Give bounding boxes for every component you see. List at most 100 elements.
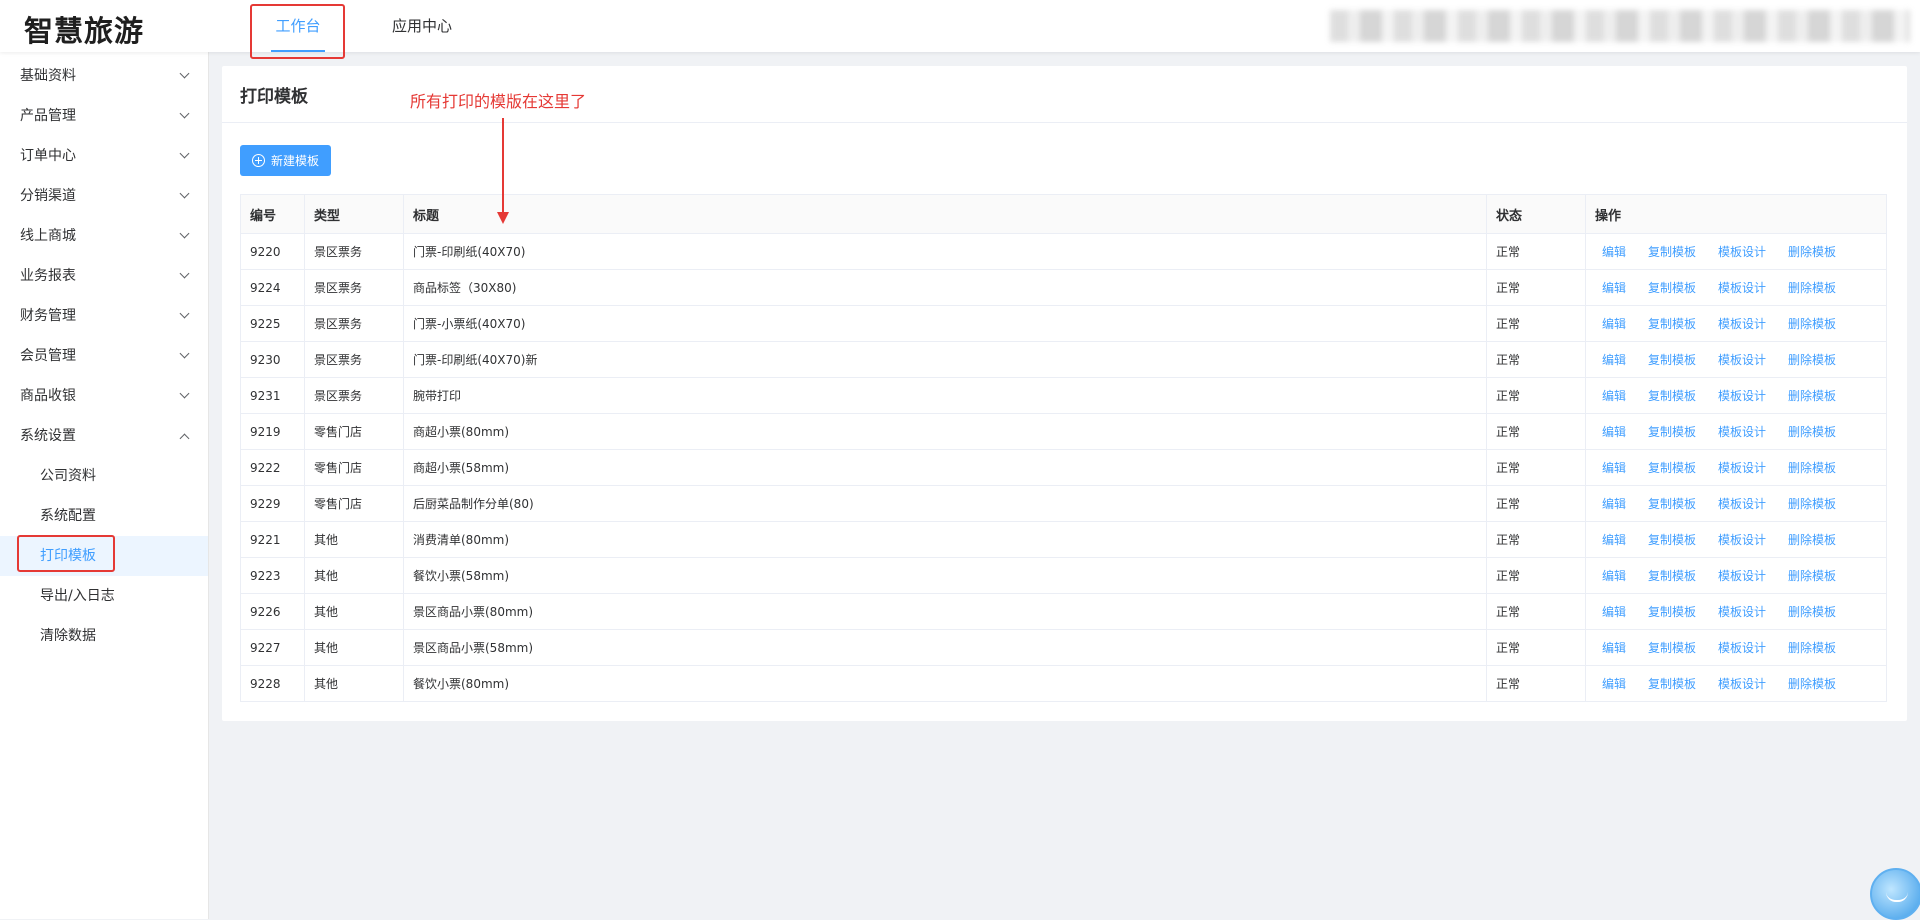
- cell-actions: 编辑 复制模板 模板设计 删除模板: [1585, 557, 1887, 594]
- delete-template-link[interactable]: 删除模板: [1788, 425, 1836, 439]
- tab-label: 工作台: [275, 17, 321, 35]
- design-template-link[interactable]: 模板设计: [1718, 389, 1766, 403]
- sidebar-item-label: 商品收银: [20, 388, 76, 404]
- sidebar-item-product[interactable]: 产品管理: [0, 96, 208, 136]
- copy-template-link[interactable]: 复制模板: [1648, 317, 1696, 331]
- sidebar-item-finance[interactable]: 财务管理: [0, 296, 208, 336]
- edit-link[interactable]: 编辑: [1602, 677, 1626, 691]
- copy-template-link[interactable]: 复制模板: [1648, 389, 1696, 403]
- edit-link[interactable]: 编辑: [1602, 425, 1626, 439]
- sidebar-item-cashier[interactable]: 商品收银: [0, 376, 208, 416]
- sidebar-item-distribution[interactable]: 分销渠道: [0, 176, 208, 216]
- cell-actions: 编辑 复制模板 模板设计 删除模板: [1585, 593, 1887, 630]
- design-template-link[interactable]: 模板设计: [1718, 281, 1766, 295]
- cell-status: 正常: [1486, 341, 1586, 378]
- delete-template-link[interactable]: 删除模板: [1788, 677, 1836, 691]
- edit-link[interactable]: 编辑: [1602, 569, 1626, 583]
- sidebar-item-members[interactable]: 会员管理: [0, 336, 208, 376]
- cell-title: 后厨菜品制作分单(80): [403, 485, 1487, 522]
- cell-actions: 编辑 复制模板 模板设计 删除模板: [1585, 449, 1887, 486]
- title-divider: [222, 122, 1907, 123]
- sidebar-item-reports[interactable]: 业务报表: [0, 256, 208, 296]
- copy-template-link[interactable]: 复制模板: [1648, 281, 1696, 295]
- design-template-link[interactable]: 模板设计: [1718, 641, 1766, 655]
- edit-link[interactable]: 编辑: [1602, 281, 1626, 295]
- copy-template-link[interactable]: 复制模板: [1648, 497, 1696, 511]
- edit-link[interactable]: 编辑: [1602, 389, 1626, 403]
- cell-id: 9229: [240, 485, 305, 522]
- new-template-button[interactable]: 新建模板: [240, 145, 332, 176]
- assistant-bot-icon[interactable]: [1870, 868, 1920, 920]
- annotation-arrow-line: [502, 118, 504, 216]
- design-template-link[interactable]: 模板设计: [1718, 425, 1766, 439]
- delete-template-link[interactable]: 删除模板: [1788, 353, 1836, 367]
- delete-template-link[interactable]: 删除模板: [1788, 533, 1836, 547]
- delete-template-link[interactable]: 删除模板: [1788, 497, 1836, 511]
- delete-template-link[interactable]: 删除模板: [1788, 245, 1836, 259]
- cell-status: 正常: [1486, 233, 1586, 270]
- design-template-link[interactable]: 模板设计: [1718, 461, 1766, 475]
- edit-link[interactable]: 编辑: [1602, 533, 1626, 547]
- edit-link[interactable]: 编辑: [1602, 245, 1626, 259]
- top-header: 智慧旅游 工作台 应用中心: [0, 0, 1920, 52]
- tab-app-center[interactable]: 应用中心: [392, 0, 452, 52]
- cell-status: 正常: [1486, 269, 1586, 306]
- copy-template-link[interactable]: 复制模板: [1648, 641, 1696, 655]
- chevron-down-icon: [179, 296, 190, 336]
- table-row: 9226 其他 景区商品小票(80mm) 正常 编辑 复制模板 模板设计 删除模板: [240, 593, 1887, 630]
- sidebar-item-basic-data[interactable]: 基础资料: [0, 56, 208, 96]
- cell-id: 9227: [240, 629, 305, 666]
- delete-template-link[interactable]: 删除模板: [1788, 281, 1836, 295]
- delete-template-link[interactable]: 删除模板: [1788, 389, 1836, 403]
- copy-template-link[interactable]: 复制模板: [1648, 353, 1696, 367]
- edit-link[interactable]: 编辑: [1602, 461, 1626, 475]
- design-template-link[interactable]: 模板设计: [1718, 353, 1766, 367]
- cell-actions: 编辑 复制模板 模板设计 删除模板: [1585, 665, 1887, 702]
- sidebar-item-orders[interactable]: 订单中心: [0, 136, 208, 176]
- blurred-user-area: [1330, 10, 1910, 42]
- tab-workbench[interactable]: 工作台: [271, 0, 325, 52]
- edit-link[interactable]: 编辑: [1602, 641, 1626, 655]
- header-actions: 操作: [1585, 194, 1887, 234]
- delete-template-link[interactable]: 删除模板: [1788, 317, 1836, 331]
- cell-id: 9220: [240, 233, 305, 270]
- edit-link[interactable]: 编辑: [1602, 353, 1626, 367]
- design-template-link[interactable]: 模板设计: [1718, 569, 1766, 583]
- table-header-row: 编号 类型 标题 状态 操作: [240, 194, 1887, 234]
- copy-template-link[interactable]: 复制模板: [1648, 569, 1696, 583]
- copy-template-link[interactable]: 复制模板: [1648, 425, 1696, 439]
- cell-id: 9225: [240, 305, 305, 342]
- design-template-link[interactable]: 模板设计: [1718, 317, 1766, 331]
- cell-id: 9224: [240, 269, 305, 306]
- copy-template-link[interactable]: 复制模板: [1648, 461, 1696, 475]
- cell-status: 正常: [1486, 377, 1586, 414]
- design-template-link[interactable]: 模板设计: [1718, 677, 1766, 691]
- copy-template-link[interactable]: 复制模板: [1648, 677, 1696, 691]
- sidebar-subitem-import-export-log[interactable]: 导出/入日志: [0, 576, 208, 616]
- cell-type: 零售门店: [304, 413, 404, 450]
- sidebar-item-online-mall[interactable]: 线上商城: [0, 216, 208, 256]
- cell-type: 景区票务: [304, 341, 404, 378]
- delete-template-link[interactable]: 删除模板: [1788, 605, 1836, 619]
- sidebar-subitem-clear-data[interactable]: 清除数据: [0, 616, 208, 656]
- sidebar-subitem-company-info[interactable]: 公司资料: [0, 456, 208, 496]
- edit-link[interactable]: 编辑: [1602, 497, 1626, 511]
- design-template-link[interactable]: 模板设计: [1718, 605, 1766, 619]
- cell-type: 其他: [304, 665, 404, 702]
- delete-template-link[interactable]: 删除模板: [1788, 569, 1836, 583]
- copy-template-link[interactable]: 复制模板: [1648, 533, 1696, 547]
- sidebar-item-system-settings[interactable]: 系统设置: [0, 416, 208, 456]
- cell-actions: 编辑 复制模板 模板设计 删除模板: [1585, 413, 1887, 450]
- design-template-link[interactable]: 模板设计: [1718, 533, 1766, 547]
- edit-link[interactable]: 编辑: [1602, 605, 1626, 619]
- copy-template-link[interactable]: 复制模板: [1648, 245, 1696, 259]
- cell-actions: 编辑 复制模板 模板设计 删除模板: [1585, 629, 1887, 666]
- design-template-link[interactable]: 模板设计: [1718, 497, 1766, 511]
- delete-template-link[interactable]: 删除模板: [1788, 461, 1836, 475]
- delete-template-link[interactable]: 删除模板: [1788, 641, 1836, 655]
- sidebar-subitem-print-template[interactable]: 打印模板: [0, 536, 208, 576]
- edit-link[interactable]: 编辑: [1602, 317, 1626, 331]
- design-template-link[interactable]: 模板设计: [1718, 245, 1766, 259]
- sidebar-subitem-system-config[interactable]: 系统配置: [0, 496, 208, 536]
- copy-template-link[interactable]: 复制模板: [1648, 605, 1696, 619]
